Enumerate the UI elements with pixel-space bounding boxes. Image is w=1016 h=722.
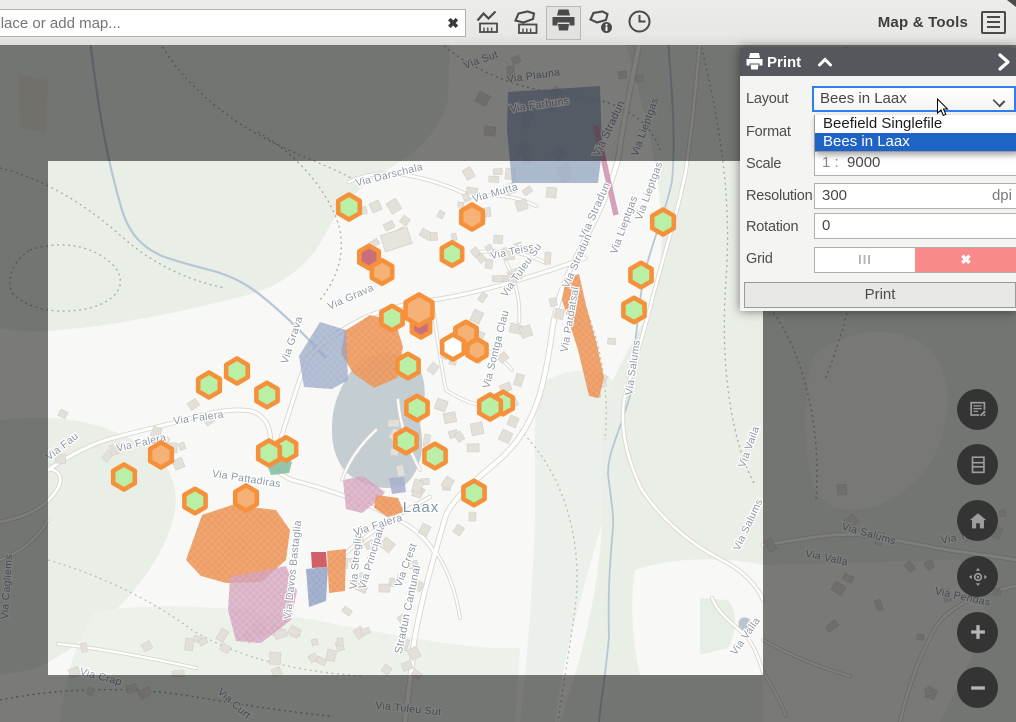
svg-text:Laax: Laax — [403, 499, 440, 516]
